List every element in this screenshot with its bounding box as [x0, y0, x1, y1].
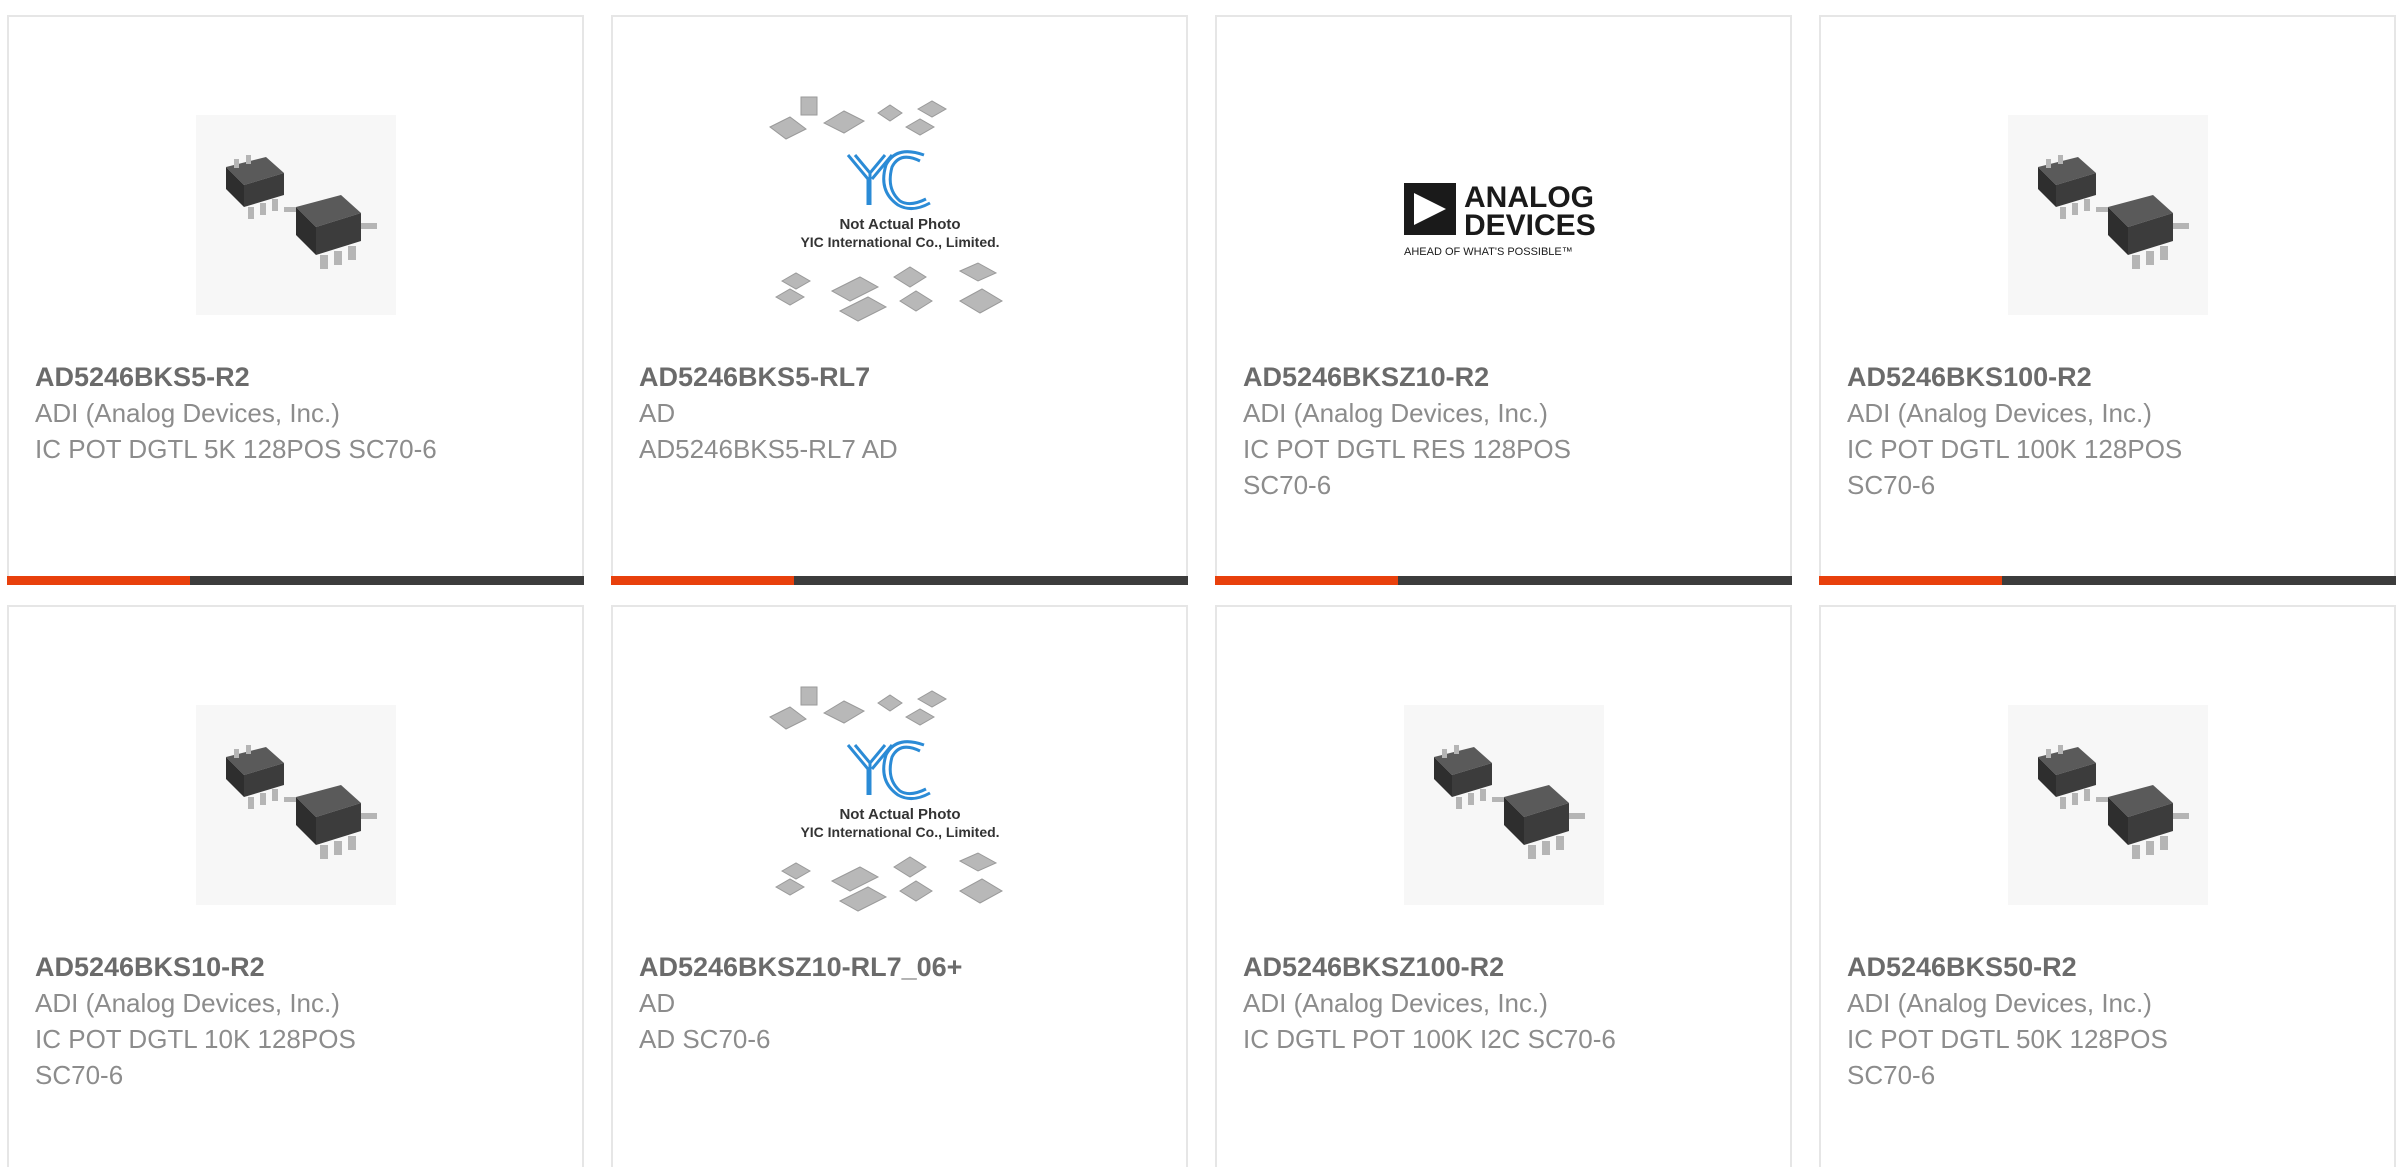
card-accent-bar	[7, 576, 584, 585]
product-image[interactable]	[1821, 662, 2394, 947]
part-number-link[interactable]: AD5246BKS100-R2	[1847, 359, 2287, 395]
product-card[interactable]: AD5246BKS5-R2 ADI (Analog Devices, Inc.)…	[7, 15, 584, 585]
product-image[interactable]	[9, 662, 582, 947]
part-number-link[interactable]: AD5246BKS50-R2	[1847, 949, 2287, 985]
product-image[interactable]: Not Actual Photo YIC International Co., …	[613, 72, 1186, 357]
part-number-link[interactable]: AD5246BKS5-RL7	[639, 359, 1079, 395]
product-card[interactable]: Not Actual Photo YIC International Co., …	[611, 605, 1188, 1167]
product-card[interactable]: AD5246BKS50-R2 ADI (Analog Devices, Inc.…	[1819, 605, 2396, 1167]
manufacturer-name: ADI (Analog Devices, Inc.)	[1243, 988, 1548, 1018]
manufacturer-name: ADI (Analog Devices, Inc.)	[1847, 398, 2152, 428]
product-image[interactable]: Not Actual Photo YIC International Co., …	[613, 662, 1186, 947]
analog-devices-logo-icon: ANALOG DEVICES AHEAD OF WHAT'S POSSIBLE™	[1403, 181, 1596, 258]
yic-placeholder-icon: Not Actual Photo YIC International Co., …	[768, 686, 1003, 912]
manufacturer-name: ADI (Analog Devices, Inc.)	[35, 398, 340, 428]
card-accent-bar	[1215, 576, 1792, 585]
product-grid: AD5246BKS5-R2 ADI (Analog Devices, Inc.)…	[0, 0, 2400, 1167]
product-description: IC POT DGTL 100K 128POS SC70-6	[1847, 434, 2183, 500]
chip-photo-icon	[2007, 704, 2208, 905]
placeholder-caption-line2: YIC International Co., Limited.	[800, 824, 999, 840]
chip-photo-icon	[195, 114, 396, 315]
yic-placeholder-icon: Not Actual Photo YIC International Co., …	[768, 96, 1003, 322]
product-description: AD SC70-6	[639, 1024, 771, 1054]
placeholder-caption-line2: YIC International Co., Limited.	[800, 234, 999, 250]
product-image[interactable]	[1217, 662, 1790, 947]
part-number-link[interactable]: AD5246BKS5-R2	[35, 359, 475, 395]
placeholder-caption-line1: Not Actual Photo	[839, 806, 960, 823]
product-description: IC POT DGTL RES 128POS SC70-6	[1243, 434, 1571, 500]
product-card[interactable]: AD5246BKS10-R2 ADI (Analog Devices, Inc.…	[7, 605, 584, 1167]
product-description: IC POT DGTL 5K 128POS SC70-6	[35, 434, 437, 464]
manufacturer-name: AD	[639, 398, 676, 428]
product-image[interactable]	[9, 72, 582, 357]
product-card[interactable]: AD5246BKSZ100-R2 ADI (Analog Devices, In…	[1215, 605, 1792, 1167]
part-number-link[interactable]: AD5246BKSZ10-R2	[1243, 359, 1683, 395]
card-accent-bar	[1819, 576, 2396, 585]
part-number-link[interactable]: AD5246BKSZ10-RL7_06+	[639, 949, 1079, 985]
product-card[interactable]: ANALOG DEVICES AHEAD OF WHAT'S POSSIBLE™…	[1215, 15, 1792, 585]
chip-photo-icon	[195, 704, 396, 905]
manufacturer-name: ADI (Analog Devices, Inc.)	[35, 988, 340, 1018]
manufacturer-name: ADI (Analog Devices, Inc.)	[1243, 398, 1548, 428]
chip-photo-icon	[2007, 114, 2208, 315]
product-card[interactable]: AD5246BKS100-R2 ADI (Analog Devices, Inc…	[1819, 15, 2396, 585]
chip-photo-icon	[1403, 704, 1604, 905]
placeholder-caption-line1: Not Actual Photo	[839, 216, 960, 233]
part-number-link[interactable]: AD5246BKS10-R2	[35, 949, 475, 985]
logo-line2: DEVICES	[1464, 209, 1596, 242]
part-number-link[interactable]: AD5246BKSZ100-R2	[1243, 949, 1683, 985]
manufacturer-name: AD	[639, 988, 676, 1018]
product-description: IC DGTL POT 100K I2C SC70-6	[1243, 1024, 1616, 1054]
product-image[interactable]: ANALOG DEVICES AHEAD OF WHAT'S POSSIBLE™	[1217, 72, 1790, 357]
product-image[interactable]	[1821, 72, 2394, 357]
product-card[interactable]: Not Actual Photo YIC International Co., …	[611, 15, 1188, 585]
logo-tagline: AHEAD OF WHAT'S POSSIBLE™	[1404, 246, 1573, 258]
manufacturer-name: ADI (Analog Devices, Inc.)	[1847, 988, 2152, 1018]
product-description: AD5246BKS5-RL7 AD	[639, 434, 898, 464]
product-description: IC POT DGTL 10K 128POS SC70-6	[35, 1024, 356, 1090]
product-description: IC POT DGTL 50K 128POS SC70-6	[1847, 1024, 2168, 1090]
card-accent-bar	[611, 576, 1188, 585]
